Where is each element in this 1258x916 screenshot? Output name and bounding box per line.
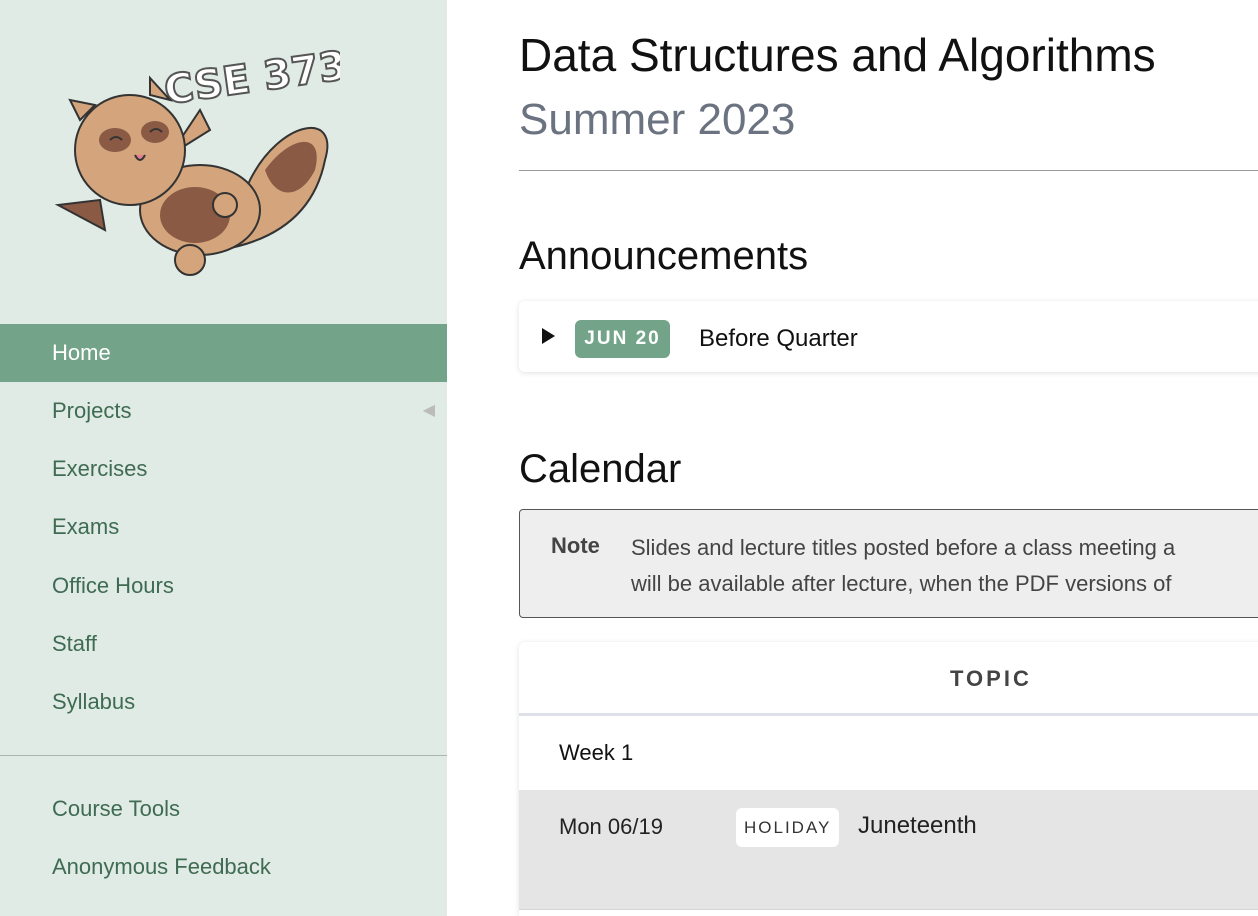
sidebar-item-label: Anonymous Feedback [52,854,271,879]
svg-text:CSE 373: CSE 373 [161,43,340,114]
sidebar-item-anonymous-feedback[interactable]: Anonymous Feedback [0,838,447,896]
course-logo[interactable]: CSE 373 [50,40,340,280]
note-line: Slides and lecture titles posted before … [631,535,1176,560]
sidebar-divider [0,755,447,756]
column-header-topic: TOPIC [950,666,1032,691]
sidebar-item-exercises[interactable]: Exercises [0,440,447,498]
announcement-title: Before Quarter [699,325,858,352]
sidebar-item-label: Staff [52,631,97,656]
sidebar-item-label: Home [52,340,111,365]
row-date: Mon 06/19 [559,814,663,839]
calendar-table: TOPIC Week 1 Mon 06/19 HOLIDAY Juneteent… [519,642,1258,916]
announcements-heading: Announcements [519,234,809,278]
sidebar-item-label: Exercises [52,456,148,481]
week-label: Week 1 [559,740,634,765]
note-box: Note Slides and lecture titles posted be… [519,509,1258,618]
sidebar-item-syllabus[interactable]: Syllabus [0,673,447,731]
sidebar-item-label: Projects [52,398,132,423]
page-subtitle: Summer 2023 [519,95,796,144]
announcement-item[interactable]: JUN 20 Before Quarter [519,301,1258,372]
page-title: Data Structures and Algorithms [519,29,1156,81]
sidebar-item-exams[interactable]: Exams [0,498,447,556]
main-content: Data Structures and Algorithms Summer 20… [519,0,1258,916]
date-badge: JUN 20 [575,320,670,358]
table-row: Mon 06/19 HOLIDAY Juneteenth [519,790,1258,910]
sidebar-item-course-tools[interactable]: Course Tools [0,780,447,838]
sidebar: CSE 373 Home Projects ◀ Exercises Exams O… [0,0,447,916]
sidebar-item-label: Exams [52,514,120,539]
note-line: will be available after lecture, when th… [631,571,1172,596]
caret-left-icon[interactable]: ◀ [423,382,435,440]
table-header: TOPIC [519,642,1258,716]
expand-triangle-icon[interactable] [542,328,555,344]
week-row: Week 1 [519,716,1258,790]
row-topic: Juneteenth [858,812,977,839]
sidebar-item-label: Office Hours [52,573,174,598]
sidebar-item-home[interactable]: Home [0,324,447,382]
sidebar-item-label: Syllabus [52,689,136,714]
sidebar-item-office-hours[interactable]: Office Hours [0,557,447,615]
holiday-badge: HOLIDAY [736,808,840,847]
sidebar-item-label: Course Tools [52,796,180,821]
note-text: Slides and lecture titles posted before … [631,530,1175,602]
sidebar-item-staff[interactable]: Staff [0,615,447,673]
sidebar-item-projects[interactable]: Projects ◀ [0,382,447,440]
header-divider [519,170,1258,171]
note-label: Note [551,533,600,558]
calendar-heading: Calendar [519,447,682,491]
